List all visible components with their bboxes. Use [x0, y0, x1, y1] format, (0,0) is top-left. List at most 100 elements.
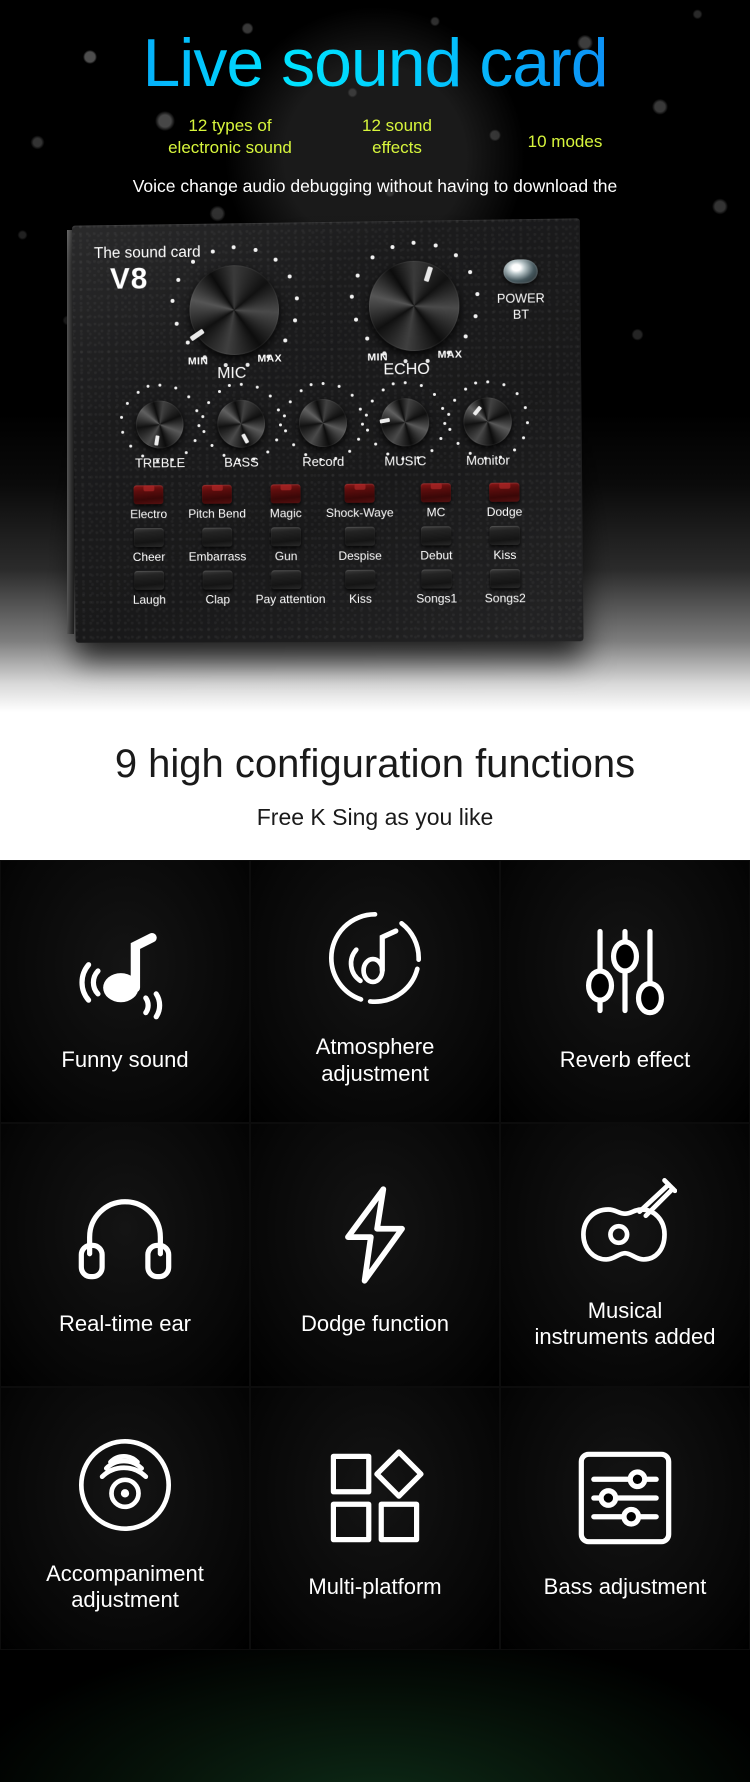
- mic-knob[interactable]: [189, 264, 280, 356]
- songs2-button-chip[interactable]: [489, 569, 521, 589]
- hero-feature-modes: 10 modes: [490, 115, 640, 153]
- feature-cell-bass-adjustment[interactable]: Bass adjustment: [500, 1386, 750, 1650]
- effect-button-gun[interactable]: Gun: [255, 527, 317, 563]
- laugh-button-chip[interactable]: [134, 570, 165, 590]
- atmosphere-line2: adjustment: [321, 1060, 429, 1086]
- sound-card-product-image: The sound card V8 MIN MAX MIC MIN MAX EC…: [67, 218, 584, 643]
- feature-label-atmosphere-adjustment: Atmosphere adjustment: [310, 1034, 441, 1087]
- cheer-button-chip[interactable]: [133, 528, 164, 548]
- songs1-button-chip[interactable]: [421, 569, 452, 589]
- effect-button-kiss-row3[interactable]: Kiss: [317, 569, 403, 606]
- effect-button-songs1[interactable]: Songs1: [403, 569, 470, 606]
- mic-knob-max-label: MAX: [257, 352, 283, 365]
- musical-line2: instruments added: [534, 1323, 716, 1349]
- monitor-knob-label: Monitor: [465, 452, 510, 468]
- accompaniment-line1: Accompaniment: [46, 1560, 204, 1586]
- feature-cell-real-time-ear[interactable]: Real-time ear: [0, 1123, 250, 1387]
- configuration-section: 9 high configuration functions Free K Si…: [0, 712, 750, 860]
- effect-button-cheer[interactable]: Cheer: [118, 528, 180, 564]
- effect-button-despise[interactable]: Despise: [317, 526, 403, 564]
- hero-tagline: Voice change audio debugging without hav…: [132, 176, 618, 196]
- mic-knob-label: MIC: [217, 364, 247, 383]
- monitor-knob[interactable]: [463, 397, 513, 446]
- effect-button-mc[interactable]: MC: [403, 477, 470, 520]
- shock-waye-button-chip[interactable]: [344, 483, 375, 503]
- power-bt-indicator-icon: [503, 259, 538, 284]
- feature-cell-musical-instruments[interactable]: Musical instruments added: [500, 1123, 750, 1387]
- treble-knob-indicator: [154, 435, 160, 446]
- effect-button-dodge[interactable]: Dodge: [469, 476, 540, 519]
- feature-cell-funny-sound[interactable]: Funny sound: [0, 860, 250, 1124]
- debut-button-chip[interactable]: [421, 526, 452, 546]
- effect-button-row-3: Laugh Clap Pay attention Kiss Songs1 Son…: [118, 569, 546, 607]
- feature-cell-atmosphere-adjustment[interactable]: Atmosphere adjustment: [250, 860, 500, 1124]
- electro-button-chip[interactable]: [133, 485, 164, 505]
- echo-knob-indicator: [423, 266, 434, 283]
- effect-button-kiss-row2[interactable]: Kiss: [469, 525, 540, 563]
- vinyl-note-icon: [313, 896, 437, 1020]
- feature-label-bass-adjustment: Bass adjustment: [543, 1574, 707, 1600]
- bt-label: BT: [512, 307, 530, 322]
- treble-knob[interactable]: [135, 400, 184, 449]
- feature-label-reverb-effect: Reverb effect: [559, 1047, 691, 1073]
- kiss-row2-button-chip[interactable]: [489, 525, 520, 546]
- effect-button-laugh[interactable]: Laugh: [118, 570, 180, 607]
- cheer-button-label: Cheer: [132, 549, 166, 565]
- gun-button-chip[interactable]: [270, 527, 302, 547]
- clap-button-label: Clap: [205, 592, 231, 607]
- pitch-bend-button-label: Pitch Bend: [188, 506, 246, 521]
- pay-attention-button-chip[interactable]: [271, 570, 302, 590]
- effect-button-debut[interactable]: Debut: [403, 526, 470, 563]
- bass-knob-indicator: [241, 433, 249, 444]
- bass-knob-label: BASS: [224, 454, 259, 470]
- effect-button-songs2[interactable]: Songs2: [470, 569, 541, 605]
- monitor-knob-indicator: [472, 405, 482, 416]
- feature-label-real-time-ear: Real-time ear: [58, 1310, 192, 1336]
- feature-cell-multi-platform[interactable]: Multi-platform: [250, 1386, 500, 1650]
- effect-button-magic[interactable]: Magic: [255, 478, 317, 520]
- headphones-icon: [63, 1173, 187, 1297]
- gun-button-label: Gun: [274, 549, 298, 564]
- kiss-row3-button-chip[interactable]: [345, 569, 376, 589]
- pay-attention-button-label: Pay attention: [255, 592, 326, 607]
- feature-label-musical-instruments: Musical instruments added: [529, 1298, 722, 1351]
- feature-label-accompaniment-adjustment: Accompaniment adjustment: [40, 1561, 210, 1614]
- record-knob[interactable]: [298, 398, 348, 448]
- hero-feature-sound-effects: 12 sound effects: [342, 115, 452, 159]
- embarrass-button-label: Embarrass: [188, 549, 247, 564]
- atmosphere-line1: Atmosphere: [315, 1034, 435, 1060]
- embarrass-button-chip[interactable]: [202, 527, 233, 547]
- magic-button-chip[interactable]: [270, 484, 301, 504]
- mic-knob-indicator: [189, 328, 205, 342]
- device-model-text: V8: [109, 262, 149, 296]
- bass-knob[interactable]: [217, 399, 266, 448]
- footer-gradient: [0, 1650, 750, 1782]
- despise-button-chip[interactable]: [344, 526, 376, 546]
- effect-button-clap[interactable]: Clap: [180, 570, 256, 606]
- feature-label-dodge-function: Dodge function: [301, 1310, 449, 1336]
- mc-button-chip[interactable]: [420, 483, 452, 503]
- hero-feature-3-line1: 10 modes: [527, 132, 603, 151]
- kiss-row2-button-label: Kiss: [493, 547, 517, 563]
- effect-button-electro[interactable]: Electro: [118, 479, 180, 521]
- dodge-button-chip[interactable]: [489, 482, 520, 502]
- power-label: POWER: [496, 291, 545, 306]
- effect-button-pitch-bend[interactable]: Pitch Bend: [179, 479, 255, 521]
- music-note-sound-icon: [63, 909, 187, 1033]
- effect-button-shock-waye[interactable]: Shock-Waye: [316, 477, 402, 520]
- squares-diamond-icon: [313, 1436, 437, 1560]
- sliders-icon: [563, 909, 687, 1033]
- pitch-bend-button-chip[interactable]: [201, 484, 232, 504]
- clap-button-chip[interactable]: [202, 570, 233, 590]
- feature-cell-dodge-function[interactable]: Dodge function: [250, 1123, 500, 1387]
- music-knob[interactable]: [379, 398, 430, 447]
- hero-feature-1-line2: electronic sound: [168, 137, 292, 157]
- feature-cell-accompaniment-adjustment[interactable]: Accompaniment adjustment: [0, 1386, 250, 1650]
- musical-line1: Musical: [587, 1297, 663, 1323]
- feature-cell-reverb-effect[interactable]: Reverb effect: [500, 860, 750, 1124]
- songs1-button-label: Songs1: [416, 591, 458, 606]
- echo-knob[interactable]: [368, 260, 460, 352]
- effect-button-embarrass[interactable]: Embarrass: [179, 527, 255, 564]
- echo-knob-label: ECHO: [383, 360, 430, 379]
- effect-button-pay-attention[interactable]: Pay attention: [255, 570, 326, 607]
